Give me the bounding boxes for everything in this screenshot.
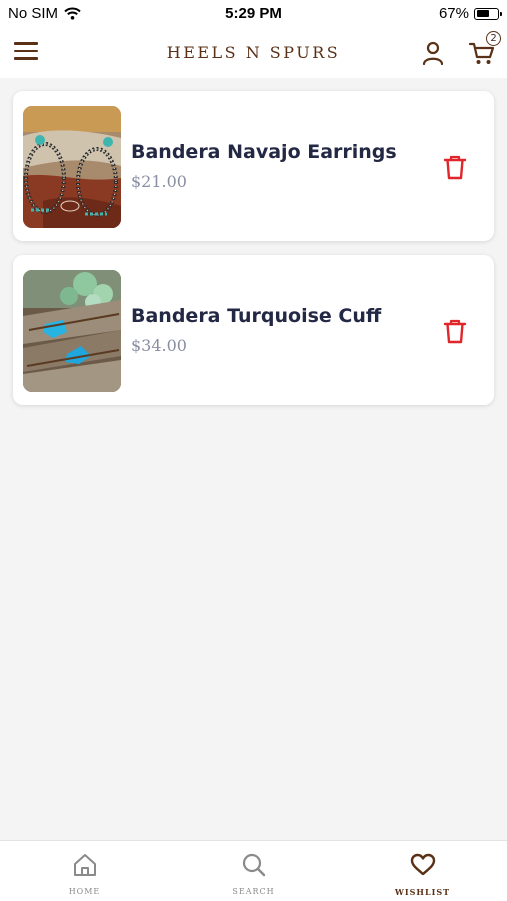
- home-icon: [74, 854, 96, 876]
- wishlist-item[interactable]: Bandera Turquoise Cuff $34.00: [13, 255, 494, 405]
- bottom-nav: HOME SEARCH WISHLIST: [0, 840, 507, 901]
- remove-item-button[interactable]: [442, 154, 468, 180]
- battery-fill: [476, 10, 490, 17]
- heart-icon: [410, 853, 436, 876]
- item-price: $21.00: [131, 172, 187, 191]
- nav-wishlist[interactable]: WISHLIST: [338, 841, 507, 901]
- item-price: $34.00: [131, 336, 187, 355]
- turquoise-cuff-photo[interactable]: [23, 270, 121, 392]
- battery-icon: [474, 7, 502, 20]
- nav-home-label: HOME: [68, 887, 101, 896]
- search-icon: [242, 853, 266, 877]
- trash-icon: [443, 319, 467, 344]
- app-header: HEELS N SPURS: [0, 28, 507, 78]
- nav-search[interactable]: SEARCH: [169, 841, 338, 901]
- nav-search-label: SEARCH: [232, 887, 275, 896]
- nav-home[interactable]: HOME: [0, 841, 169, 901]
- status-time: 5:29 PM: [225, 5, 282, 22]
- cart-count-badge: 2: [486, 31, 501, 46]
- item-name[interactable]: Bandera Turquoise Cuff: [131, 305, 381, 327]
- nav-wishlist-label: WISHLIST: [394, 887, 451, 897]
- wishlist-item[interactable]: Bandera Navajo Earrings $21.00: [13, 91, 494, 241]
- remove-item-button[interactable]: [442, 318, 468, 344]
- user-icon: [422, 41, 444, 66]
- trash-icon: [443, 155, 467, 180]
- account-button[interactable]: [421, 40, 445, 66]
- earrings-photo[interactable]: [23, 106, 121, 228]
- item-name[interactable]: Bandera Navajo Earrings: [131, 141, 397, 163]
- battery-percent: 67%: [438, 5, 469, 22]
- status-bar: No SIM 5:29 PM 67%: [0, 0, 507, 28]
- status-right: 67%: [438, 5, 502, 22]
